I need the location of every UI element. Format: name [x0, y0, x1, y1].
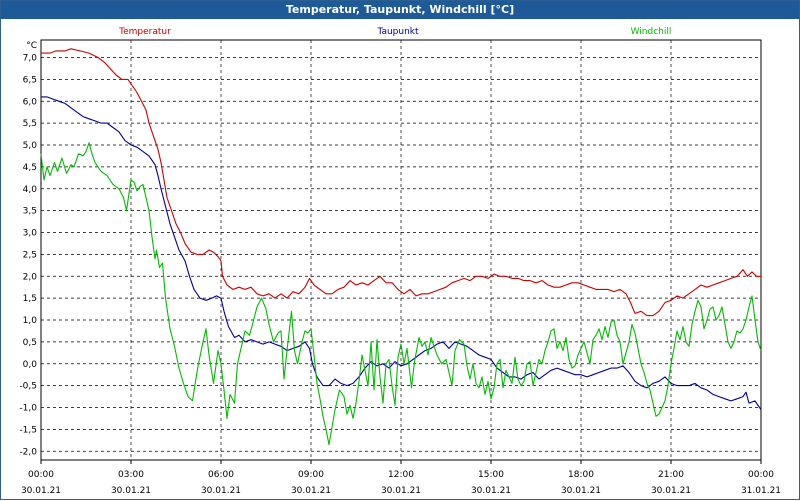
x-tick-date: 30.01.21 [381, 486, 421, 496]
x-tick-time: 21:00 [658, 470, 684, 480]
x-tick-date: 30.01.21 [21, 486, 61, 496]
y-tick-label: 6,0 [23, 97, 38, 107]
x-tick-date: 30.01.21 [471, 486, 511, 496]
x-tick-time: 06:00 [208, 470, 234, 480]
y-tick-label: 4,0 [23, 185, 38, 195]
y-tick-label: -0,5 [19, 382, 37, 392]
legend-windchill: Windchill [631, 27, 672, 37]
y-tick-label: 1,0 [23, 316, 38, 326]
y-tick-label: 0,5 [23, 338, 37, 348]
y-tick-label: 5,5 [23, 119, 37, 129]
x-tick-date: 30.01.21 [651, 486, 691, 496]
x-tick-date: 30.01.21 [111, 486, 151, 496]
chart-window: Temperatur, Taupunkt, Windchill [°C] 7,0… [0, 0, 800, 500]
y-tick-label: 3,0 [23, 229, 38, 239]
y-tick-label: 1,5 [23, 294, 37, 304]
x-tick-date: 30.01.21 [201, 486, 241, 496]
legend-taupunkt: Taupunkt [376, 27, 419, 37]
y-tick-label: 7,0 [23, 54, 38, 64]
y-tick-label: 4,5 [23, 163, 37, 173]
x-tick-time: 00:00 [748, 470, 774, 480]
line-chart: 7,0 6,5 6,0 5,5 5,0 4,5 4,0 3,5 3,0 2,5 2,0 1,5 1,0 0… [19, 27, 781, 496]
x-tick-time: 03:00 [118, 470, 144, 480]
x-tick-time: 09:00 [298, 470, 324, 480]
y-tick-label: 5,0 [23, 141, 38, 151]
y-unit-label: °C [26, 41, 37, 51]
y-tick-label: -1,0 [19, 404, 37, 414]
x-tick-time: 12:00 [388, 470, 414, 480]
legend-temperatur: Temperatur [118, 27, 171, 37]
x-tick-date: 30.01.21 [291, 486, 331, 496]
y-tick-label: -1,5 [19, 425, 37, 435]
x-tick-date: 31.01.21 [741, 486, 781, 496]
y-tick-label: 2,0 [23, 272, 38, 282]
y-tick-label: 0,0 [23, 360, 38, 370]
y-tick-label: 3,5 [23, 207, 37, 217]
y-tick-label: -2,0 [19, 447, 37, 457]
y-tick-label: 2,5 [23, 250, 37, 260]
x-tick-time: 15:00 [478, 470, 504, 480]
x-tick-time: 18:00 [568, 470, 594, 480]
x-tick-time: 00:00 [28, 470, 54, 480]
y-tick-label: 6,5 [23, 75, 37, 85]
x-tick-date: 30.01.21 [561, 486, 601, 496]
